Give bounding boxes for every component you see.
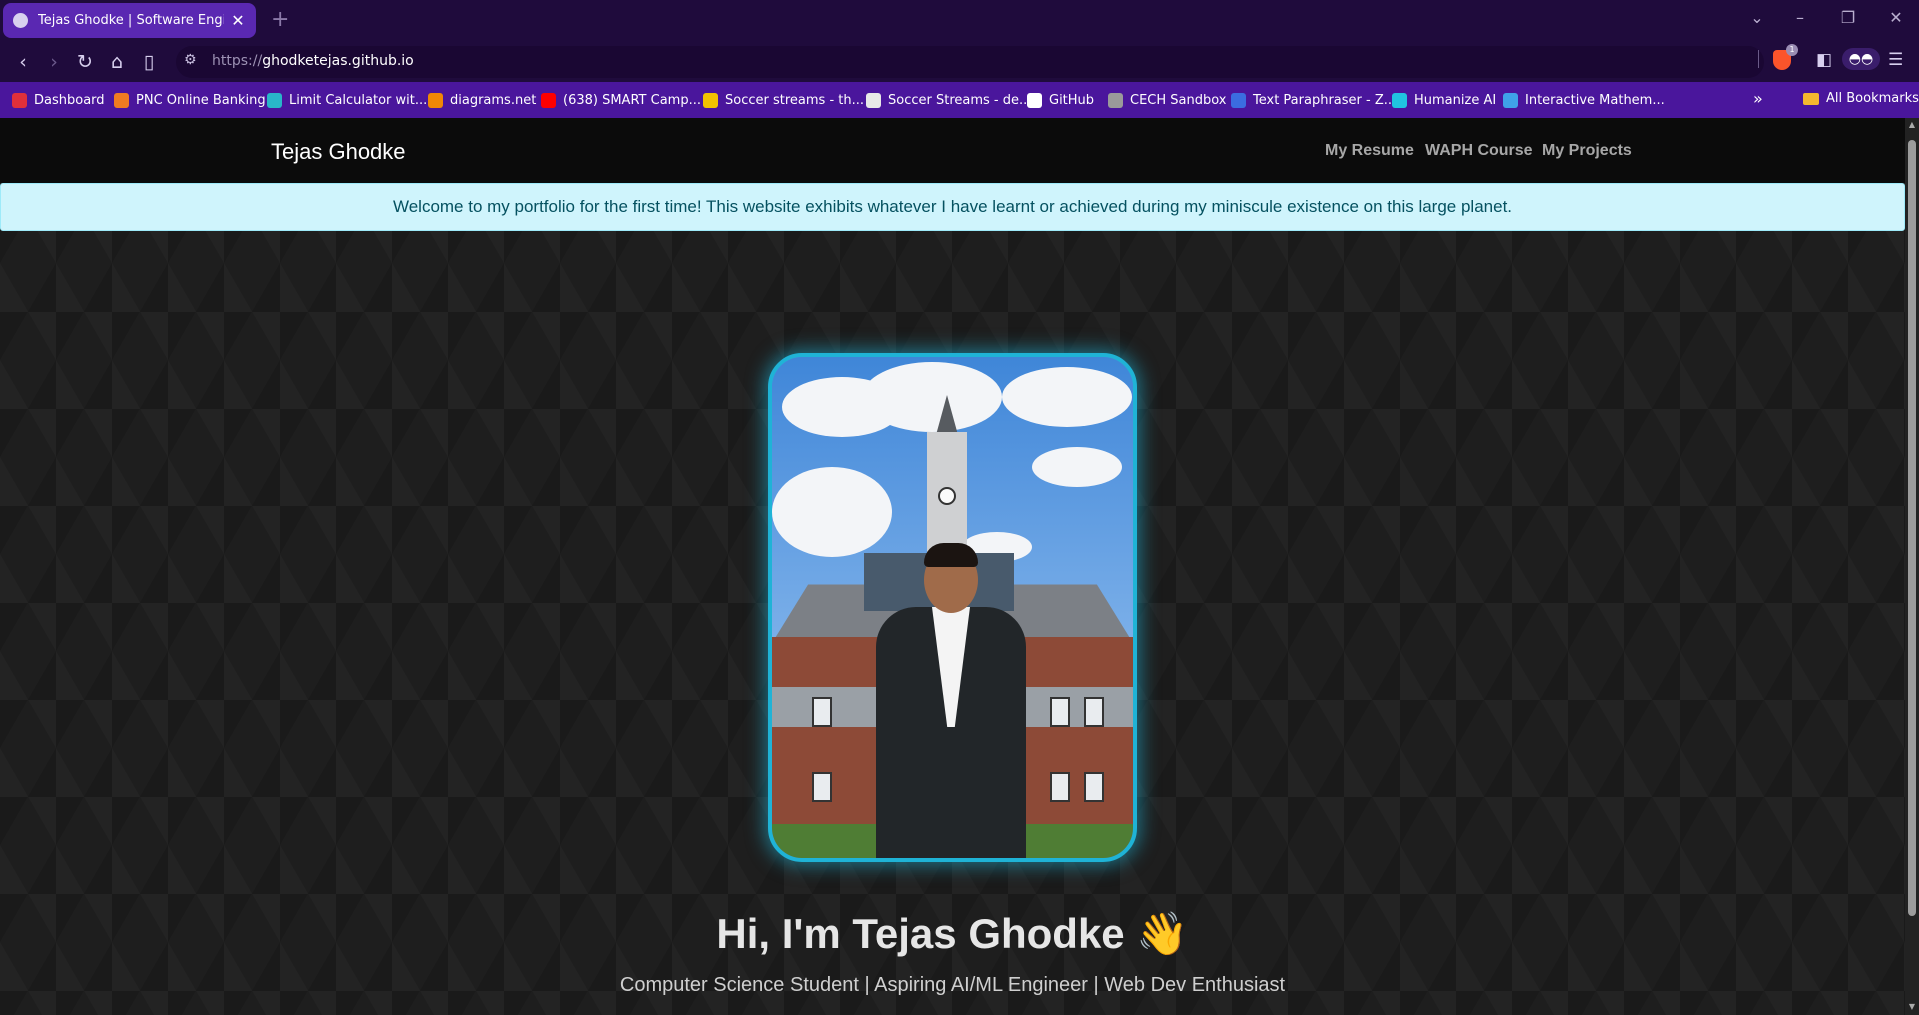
- nav-waph-course[interactable]: WAPH Course: [1425, 142, 1533, 160]
- scroll-down-icon[interactable]: ▼: [1907, 1002, 1917, 1011]
- restore-icon[interactable]: ❐: [1836, 8, 1860, 27]
- globe-icon: [13, 13, 28, 28]
- scrollbar-thumb[interactable]: [1908, 140, 1916, 916]
- bookmark-favicon-icon: [1027, 92, 1042, 108]
- url-text[interactable]: https://ghodketejas.github.io: [212, 53, 414, 69]
- bookmark-favicon-icon: [428, 92, 443, 108]
- bookmark-favicon-icon: [1503, 92, 1518, 108]
- bookmark-item[interactable]: CECH Sandbox: [1108, 91, 1226, 109]
- close-window-icon[interactable]: ✕: [1884, 8, 1908, 27]
- tab-list-chevron-icon[interactable]: ⌄: [1745, 8, 1769, 27]
- bookmark-favicon-icon: [1231, 92, 1246, 108]
- hero-subtitle: Computer Science Student | Aspiring AI/M…: [619, 974, 1286, 996]
- bookmark-item[interactable]: Soccer Streams - de...: [866, 91, 1031, 109]
- home-icon[interactable]: ⌂: [105, 50, 129, 74]
- bookmark-favicon-icon: [1108, 92, 1123, 108]
- clock-icon: [938, 487, 956, 505]
- site-brand[interactable]: Tejas Ghodke: [271, 139, 406, 165]
- bookmark-item[interactable]: Humanize AI: [1392, 91, 1496, 109]
- reload-icon[interactable]: ↻: [73, 50, 97, 74]
- bookmark-item[interactable]: PNC Online Banking: [114, 91, 266, 109]
- bookmark-icon[interactable]: ▯: [137, 50, 161, 74]
- bookmark-item[interactable]: diagrams.net: [428, 91, 536, 109]
- new-tab-button[interactable]: +: [271, 7, 289, 32]
- bookmark-item[interactable]: (638) SMART Camp...: [541, 91, 701, 109]
- all-bookmarks-button[interactable]: All Bookmarks: [1803, 91, 1919, 106]
- forward-icon[interactable]: ›: [42, 50, 66, 74]
- bookmark-favicon-icon: [541, 92, 556, 108]
- back-icon[interactable]: ‹: [11, 50, 35, 74]
- more-bookmarks-icon[interactable]: »: [1753, 89, 1763, 108]
- site-settings-icon[interactable]: ⚙: [184, 52, 197, 68]
- tab-close-icon[interactable]: ✕: [230, 11, 246, 30]
- welcome-alert: Welcome to my portfolio for the first ti…: [0, 183, 1905, 231]
- browser-toolbar: ‹ › ↻ ⌂ ▯ ⚙ https://ghodketejas.github.i…: [0, 42, 1919, 82]
- hero-title: Hi, I'm Tejas Ghodke 👋: [716, 910, 1189, 957]
- profile-photo: [768, 353, 1137, 862]
- shields-count-badge: 1: [1786, 44, 1798, 56]
- bookmark-favicon-icon: [866, 92, 881, 108]
- bookmark-item[interactable]: Interactive Mathem...: [1503, 91, 1665, 109]
- nav-my-projects[interactable]: My Projects: [1542, 142, 1632, 160]
- bookmark-item[interactable]: Limit Calculator wit...: [267, 91, 427, 109]
- site-navbar: Tejas Ghodke My Resume WAPH Course My Pr…: [0, 118, 1905, 183]
- tab-title: Tejas Ghodke | Software Enginee: [38, 13, 224, 28]
- address-bar[interactable]: ⚙ https://ghodketejas.github.io: [176, 46, 1764, 78]
- bookmarks-bar: Dashboard PNC Online Banking Limit Calcu…: [0, 82, 1919, 118]
- bookmark-item[interactable]: Text Paraphraser - Z...: [1231, 91, 1396, 109]
- folder-icon: [1803, 92, 1819, 105]
- bookmark-item[interactable]: Soccer streams - th...: [703, 91, 864, 109]
- nav-my-resume[interactable]: My Resume: [1325, 142, 1414, 160]
- bookmark-favicon-icon: [12, 92, 27, 108]
- minimize-icon[interactable]: –: [1788, 8, 1812, 27]
- tab-strip: Tejas Ghodke | Software Enginee ✕ + ⌄ – …: [0, 0, 1919, 42]
- bookmark-favicon-icon: [114, 92, 129, 108]
- scroll-up-icon[interactable]: ▲: [1907, 120, 1917, 129]
- url-separator: [1758, 50, 1759, 68]
- wallet-icon[interactable]: ◓◓: [1842, 48, 1880, 70]
- bookmark-favicon-icon: [267, 92, 282, 108]
- sidebar-toggle-icon[interactable]: ◧: [1816, 50, 1832, 70]
- bookmark-item[interactable]: Dashboard: [12, 91, 105, 109]
- page-viewport: Tejas Ghodke My Resume WAPH Course My Pr…: [0, 118, 1919, 1015]
- bookmark-item[interactable]: GitHub: [1027, 91, 1094, 109]
- welcome-alert-text: Welcome to my portfolio for the first ti…: [392, 197, 1513, 216]
- bookmark-favicon-icon: [1392, 92, 1407, 108]
- tab-active[interactable]: Tejas Ghodke | Software Enginee ✕: [3, 3, 256, 38]
- bookmark-favicon-icon: [703, 92, 718, 108]
- menu-icon[interactable]: ☰: [1888, 50, 1903, 70]
